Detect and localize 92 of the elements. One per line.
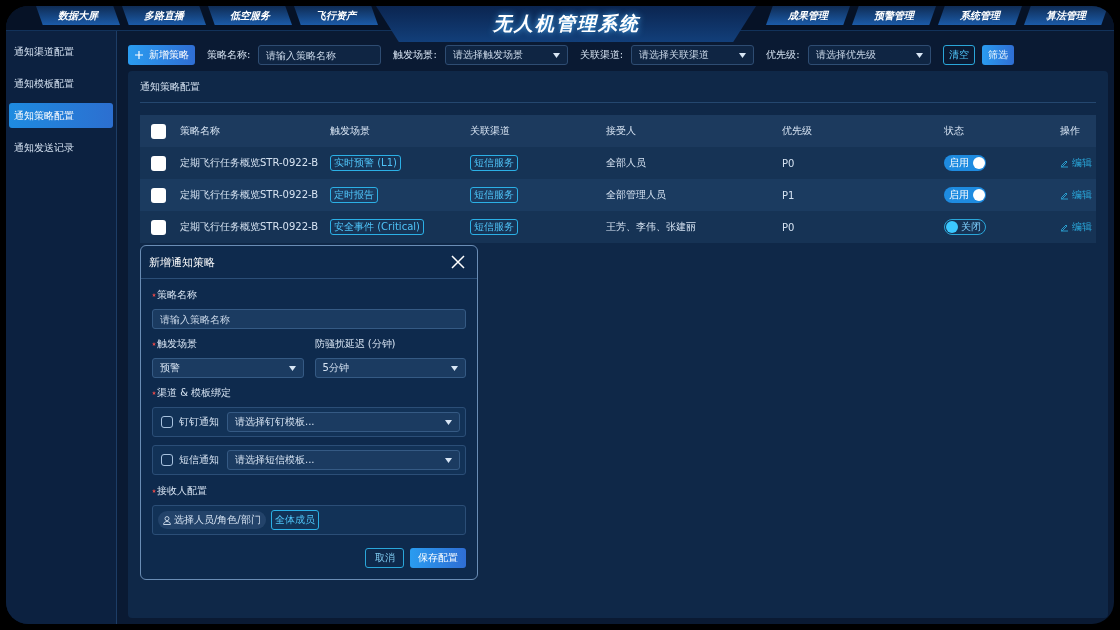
table-cell-text: 定期飞行任务概览STR-0922-B [180, 188, 320, 202]
checkbox[interactable] [151, 187, 166, 203]
receiver-picker[interactable]: 选择人员/角色/部门 [158, 511, 266, 529]
nav-tab[interactable]: 系统管理 [938, 6, 1022, 25]
trigger-tag: 定时报告 [330, 187, 378, 203]
table-row[interactable]: 定期飞行任务概览STR-0922-B 安全事件 (Critical) 短信服务 王芳、李伟、张建丽 P0 关闭 编辑 [140, 211, 1096, 243]
person-icon [163, 515, 171, 525]
clear-button[interactable]: 清空 [942, 45, 975, 65]
panel-title: 通知策略配置 [140, 79, 200, 94]
table-cell-text: 全部人员 [606, 156, 647, 170]
search-field[interactable]: 请输入策略名称 [258, 45, 382, 65]
name-input-field[interactable]: 请输入策略名称 [152, 309, 466, 329]
nav-tab[interactable]: 飞行资产 [294, 6, 378, 25]
table-cell-text: 定期飞行任务概览STR-0922-B [180, 220, 320, 234]
caret-icon [288, 365, 296, 371]
select-field[interactable]: 5分钟 [314, 358, 466, 378]
add-strategy-button[interactable]: 新增策略 [128, 45, 195, 65]
checkbox[interactable] [161, 416, 173, 428]
pencil-icon [1060, 158, 1069, 168]
channel-tag: 短信服务 [470, 155, 518, 171]
table-cell-text: 定期飞行任务概览STR-0922-B [180, 156, 320, 170]
edit-link[interactable]: 编辑 [1060, 220, 1092, 234]
template-select[interactable]: 请选择短信模板... [227, 450, 460, 470]
channel-tag: 短信服务 [470, 187, 518, 203]
status-toggle[interactable]: 启用 [944, 187, 986, 203]
column-header: 接受人 [606, 124, 637, 138]
caret-icon [739, 52, 747, 58]
field-label: 防骚扰延迟 (分钟) [314, 337, 396, 351]
field-label: 接收人配置 [157, 484, 207, 498]
channel-label: 钉钉通知 [179, 415, 220, 429]
channel-label: 短信通知 [179, 453, 220, 467]
select-field[interactable]: 请选择优先级 [807, 45, 931, 65]
nav-tab[interactable]: 成果管理 [766, 6, 850, 25]
table-cell-text: 全部管理人员 [606, 188, 667, 202]
nav-tab[interactable]: 预警管理 [852, 6, 936, 25]
field-label: 渠道 & 模板绑定 [157, 386, 232, 400]
column-header: 优先级 [782, 124, 813, 138]
edit-link[interactable]: 编辑 [1060, 156, 1092, 170]
sidebar-item[interactable]: 通知模板配置 [9, 71, 113, 96]
filter-label: 关联渠道: [579, 48, 624, 62]
select-field[interactable]: 预警 [152, 358, 304, 378]
filter-label: 优先级: [766, 48, 800, 62]
filter-label: 触发场景: [393, 48, 437, 62]
checkbox[interactable] [151, 123, 166, 139]
pencil-icon [1060, 190, 1069, 200]
table-cell-text: P0 [782, 157, 796, 169]
select-field[interactable]: 请选择关联渠道 [631, 45, 755, 65]
table-row[interactable]: 定期飞行任务概览STR-0922-B 实时预警 (L1) 短信服务 全部人员 P0 启用 编辑 [140, 147, 1096, 179]
status-toggle[interactable]: 启用 [944, 155, 986, 171]
close-icon [451, 255, 465, 269]
column-header: 关联渠道 [470, 124, 511, 138]
caret-icon [552, 52, 560, 58]
select-field[interactable]: 请选择触发场景 [444, 45, 568, 65]
sidebar-item[interactable]: 通知发送记录 [9, 135, 113, 160]
field-label: 策略名称 [157, 288, 197, 302]
field-label: 触发场景 [157, 337, 197, 351]
column-header: 策略名称 [180, 124, 221, 138]
filter-label: 策略名称: [207, 48, 251, 62]
table-cell-text: P1 [782, 189, 796, 201]
sidebar-item[interactable]: 通知渠道配置 [9, 39, 113, 64]
filter-button[interactable]: 筛选 [981, 45, 1014, 65]
close-button[interactable] [451, 255, 465, 269]
trigger-tag: 实时预警 (L1) [330, 155, 401, 171]
caret-icon [445, 419, 452, 425]
edit-link[interactable]: 编辑 [1060, 188, 1092, 202]
nav-tab[interactable]: 多路直播 [122, 6, 206, 25]
caret-icon [445, 457, 452, 463]
checkbox[interactable] [151, 155, 166, 171]
channel-tag: 短信服务 [470, 219, 518, 235]
cancel-button[interactable]: 取消 [365, 548, 404, 568]
caret-icon [451, 365, 458, 371]
column-header: 触发场景 [330, 124, 371, 138]
caret-icon [915, 52, 923, 58]
template-select[interactable]: 请选择钉钉模板... [227, 412, 460, 432]
checkbox[interactable] [161, 454, 173, 466]
column-header: 操作 [1060, 124, 1081, 138]
table-cell-text: 王芳、李伟、张建丽 [606, 220, 697, 234]
plus-icon [135, 51, 143, 59]
nav-tab[interactable]: 低空服务 [208, 6, 292, 25]
nav-tab[interactable]: 数据大屏 [36, 6, 120, 25]
nav-tab[interactable]: 算法管理 [1024, 6, 1108, 25]
dialog-title: 新增通知策略 [149, 254, 215, 270]
save-button[interactable]: 保存配置 [410, 548, 466, 568]
trigger-tag: 安全事件 (Critical) [330, 219, 424, 235]
checkbox[interactable] [151, 219, 166, 235]
pencil-icon [1060, 222, 1069, 232]
app-title: 无人机管理系统 [492, 11, 640, 36]
table-cell-text: P0 [782, 221, 796, 233]
sidebar-item[interactable]: 通知策略配置 [9, 103, 113, 128]
table-row[interactable]: 定期飞行任务概览STR-0922-B 定时报告 短信服务 全部管理人员 P1 启用 编辑 [140, 179, 1096, 211]
column-header: 状态 [944, 124, 965, 138]
receiver-tag[interactable]: 全体成员 [270, 510, 319, 530]
